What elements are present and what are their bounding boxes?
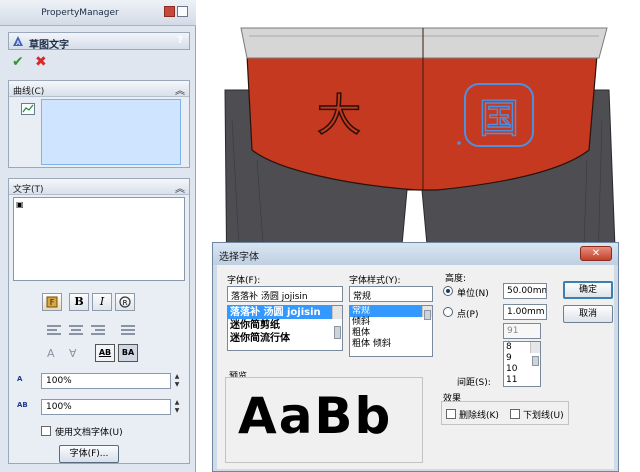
sketch-char-right[interactable]: 国 [478,95,519,142]
cancel-button[interactable]: 取消 [563,305,613,323]
style-list-item[interactable]: 倾斜 [350,317,432,328]
feature-header: A 草图文字 ? [8,32,190,51]
curve-selection-icon [21,103,35,115]
strikeout-checkbox[interactable]: 删除线(K) [446,408,499,421]
unit-radio-label: 单位(N) [457,289,489,299]
point-size-field[interactable]: 91 [503,323,541,339]
style-list-item[interactable]: 常规 [350,306,432,317]
property-manager-titlebar: PropertyManager [0,0,196,26]
font-preview-text: AaBb [238,387,393,445]
effects-frame: 删除线(K) 下划线(U) [441,401,569,425]
align-right-icon[interactable] [91,325,105,335]
unit-height-input[interactable]: 50.00mm [503,283,547,299]
use-document-font-checkbox[interactable]: 使用文档字体(U) [41,425,123,438]
font-dialog-title: 选择字体 [219,252,259,263]
text-group: 文字(T) ︽ ▣ F B I R A ∀ AB BA A 100% ▲ ▼ AB… [8,178,190,464]
strikeout-label: 删除线(K) [459,411,499,421]
cancel-x-icon[interactable]: ✖ [35,55,47,69]
font-button[interactable]: 字体(F)... [59,445,119,463]
font-list[interactable]: 落落补 汤圆 jojisin 迷你简剪纸 迷你简流行体 [227,305,343,351]
svg-text:F: F [50,298,55,307]
underline-checkbox[interactable]: 下划线(U) [510,408,564,421]
font-label: 字体(F): [227,276,261,286]
align-left-icon[interactable] [47,325,61,335]
text-direction-horizontal-button[interactable]: AB [95,344,115,362]
property-manager-title: PropertyManager [41,8,119,18]
font-list-scrollbar[interactable] [332,306,342,339]
svg-text:R: R [123,299,128,307]
ok-check-icon[interactable]: ✔ [12,55,24,69]
size-list-item[interactable]: 11 [504,375,540,386]
pin-icon[interactable] [164,6,175,17]
font-list-item[interactable]: 迷你简流行体 [228,332,342,345]
point-radio-label: 点(P) [457,310,479,320]
help-icon[interactable]: ? [177,35,183,46]
text-field-marker-icon: ▣ [16,200,24,209]
text-input-box[interactable]: ▣ [13,197,185,281]
curves-group: 曲线(C) ︽ [8,80,190,168]
preview-frame: AaBb [225,377,423,463]
text-group-header[interactable]: 文字(T) ︽ [9,179,189,195]
collapse-chevron-icon[interactable]: ︽ [175,180,185,195]
font-dialog: 选择字体 ✕ 字体(F): 落落补 汤圆 jojisin 落落补 汤圆 joji… [212,242,619,472]
curve-selection-box[interactable] [41,99,181,165]
close-icon[interactable]: ✕ [580,246,612,261]
flip-vertical-icon[interactable]: A [47,347,55,360]
font-style-field[interactable]: 常规 [349,286,433,302]
font-dialog-body: 字体(F): 落落补 汤圆 jojisin 落落补 汤圆 jojisin 迷你简… [217,265,614,469]
property-manager-panel: PropertyManager A 草图文字 ? ✔ ✖ 曲线(C) ︽ 文字(… [0,0,196,472]
height-label: 高度: [445,274,467,284]
spacing-input[interactable]: 100% [41,399,171,415]
ok-button[interactable]: 确定 [563,281,613,299]
spacing-spinner[interactable]: ▲ ▼ [172,399,182,415]
spacing-icon: AB [17,401,28,409]
font-style-label: 字体样式(Y): [349,276,401,286]
width-factor-spinner[interactable]: ▲ ▼ [172,373,182,389]
text-direction-reverse-button[interactable]: BA [118,344,138,362]
style-list-scrollbar[interactable] [422,306,432,320]
italic-button[interactable]: I [92,293,112,311]
sketch-text-icon: A [13,36,23,47]
align-justify-icon[interactable] [121,325,135,335]
point-radio[interactable] [443,307,453,317]
style-list-item[interactable]: 粗体 [350,328,432,339]
underline-label: 下划线(U) [523,411,564,421]
font-name-field[interactable]: 落落补 汤圆 jojisin [227,286,343,302]
curves-group-header[interactable]: 曲线(C) ︽ [9,81,189,97]
size-list-scrollbar[interactable] [530,342,540,366]
text-group-label: 文字(T) [13,185,44,195]
checkbox-box[interactable] [41,426,51,436]
point-size-list[interactable]: 8 9 10 11 [503,341,541,387]
point-height-input[interactable]: 1.00mm [503,304,547,320]
font-list-item[interactable]: 迷你简剪纸 [228,319,342,332]
font-style-icon[interactable]: F [42,293,62,311]
curves-group-label: 曲线(C) [13,87,45,97]
sketch-char-left[interactable]: 大 [316,89,362,142]
align-center-icon[interactable] [69,325,83,335]
rotate-text-icon[interactable]: R [115,293,135,311]
width-factor-icon: A [17,375,23,383]
panel-window-icon[interactable] [177,6,188,17]
unit-radio[interactable] [443,286,453,296]
bold-button[interactable]: B [69,293,89,311]
font-style-list[interactable]: 常规 倾斜 粗体 粗体 倾斜 [349,305,433,357]
spacing-label: 间距(S): [457,378,491,388]
feature-title: 草图文字 [29,40,69,51]
flip-horizontal-icon[interactable]: ∀ [69,347,77,360]
style-list-item[interactable]: 粗体 倾斜 [350,339,432,350]
font-list-item[interactable]: 落落补 汤圆 jojisin [228,306,342,319]
width-factor-input[interactable]: 100% [41,373,171,389]
use-document-font-label: 使用文档字体(U) [55,428,123,438]
font-dialog-titlebar[interactable]: 选择字体 ✕ [213,243,618,265]
collapse-chevron-icon[interactable]: ︽ [175,82,185,97]
